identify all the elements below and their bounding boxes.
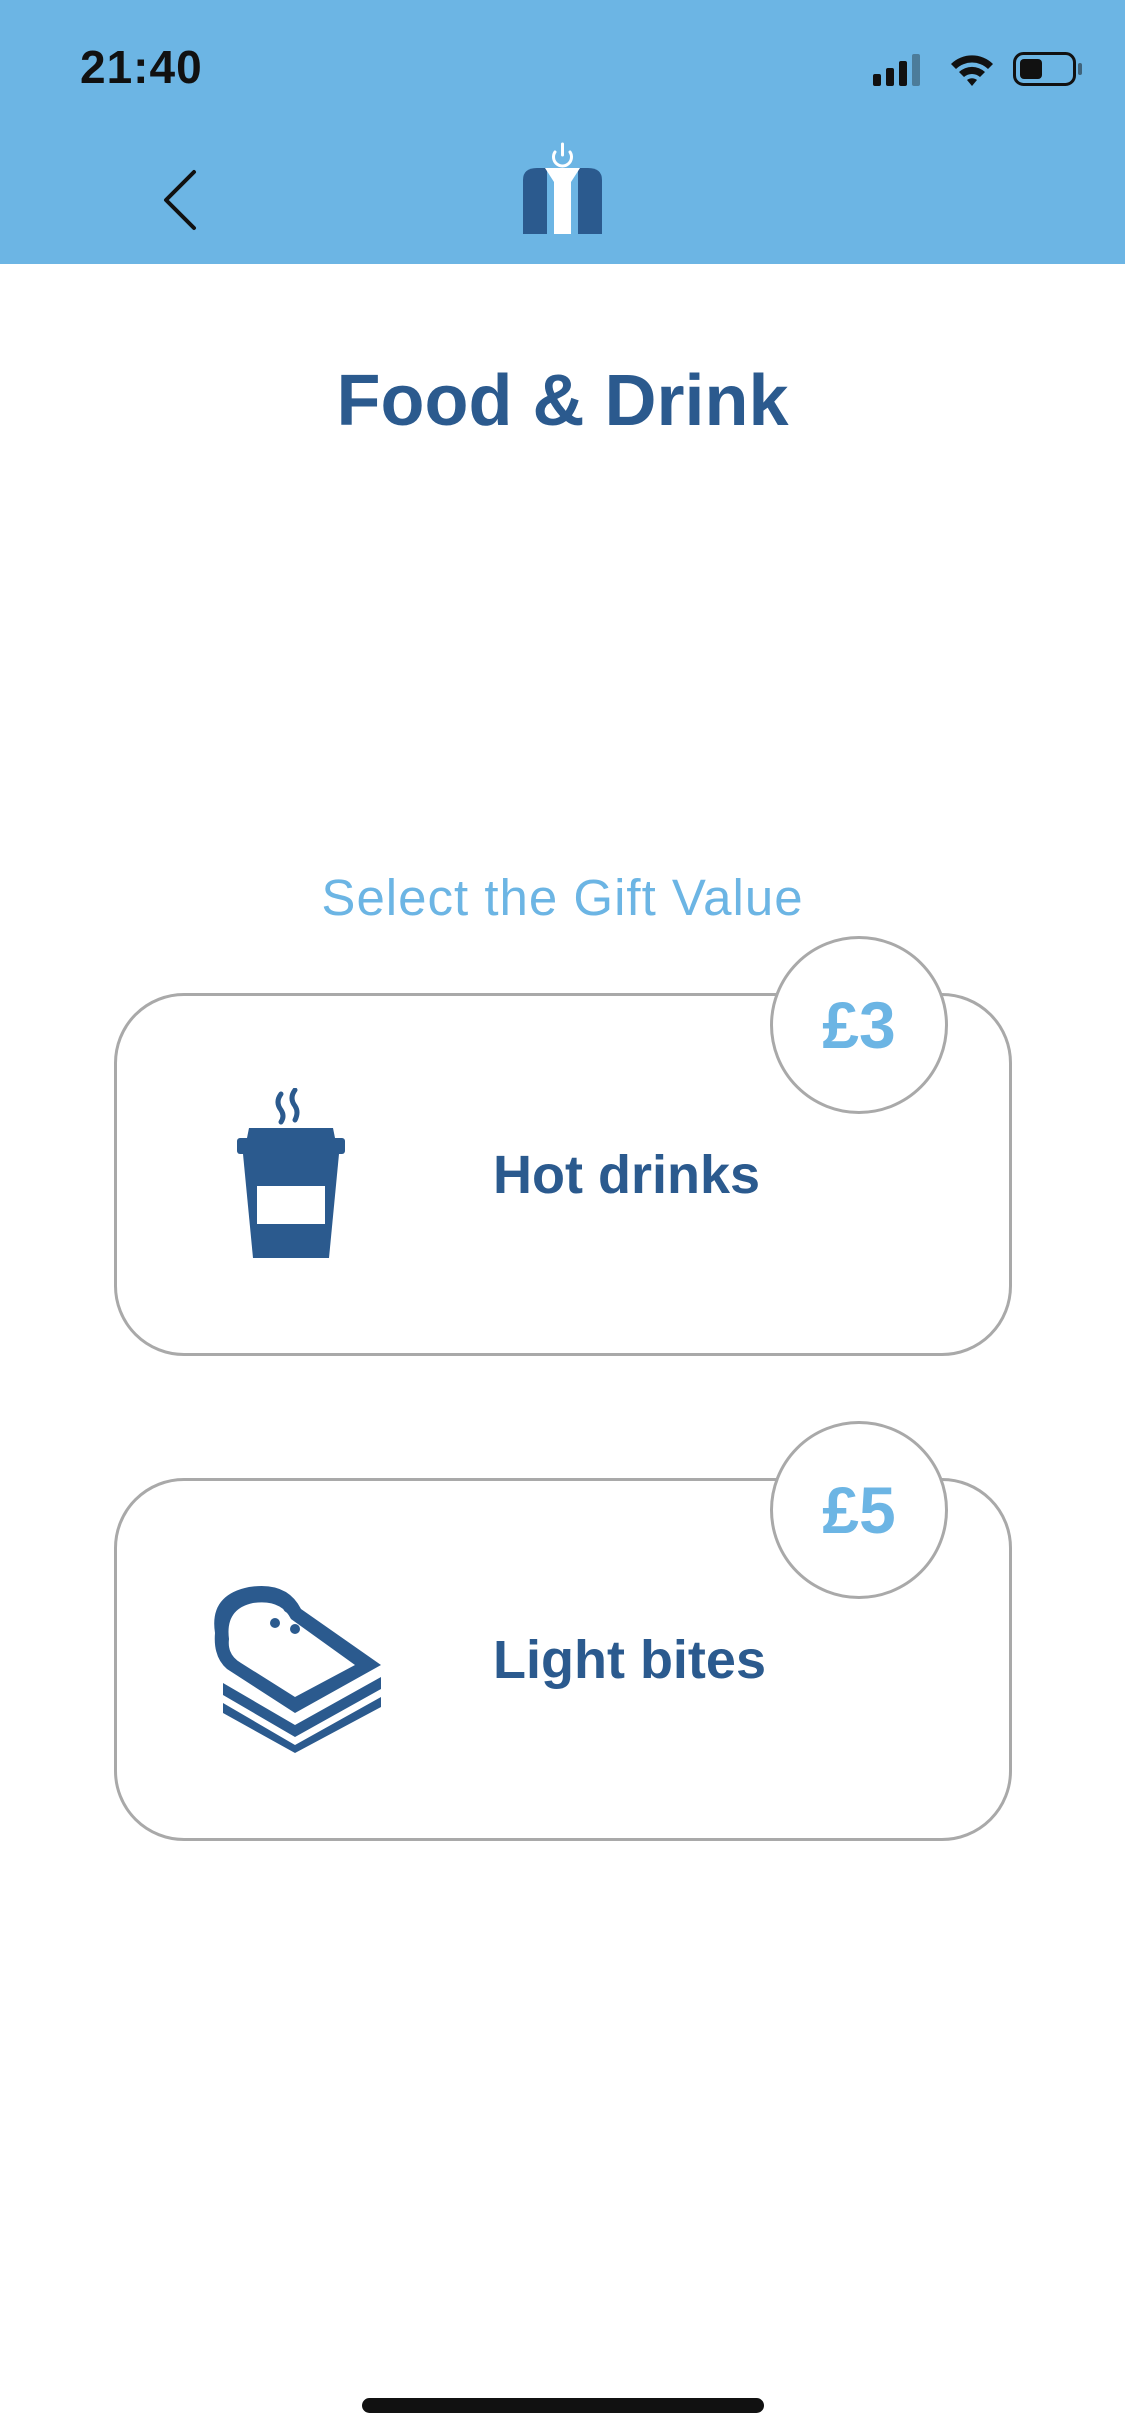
wifi-icon	[951, 55, 993, 86]
chevron-left-icon	[164, 170, 196, 230]
sandwich-icon	[205, 1573, 385, 1753]
battery-icon	[1013, 52, 1082, 86]
header-bar: 21:40	[0, 0, 1125, 264]
screen: 21:40 Food & Drink Select the Gift Value…	[0, 0, 1125, 2436]
status-icons	[873, 50, 1083, 90]
coffee-cup-icon	[229, 1087, 353, 1258]
signal-icon	[873, 54, 920, 86]
price-badge-light-bites: £5	[770, 1421, 948, 1599]
page-title: Food & Drink	[336, 361, 789, 441]
back-button[interactable]	[150, 160, 210, 240]
gift-label-light-bites: Light bites	[493, 1629, 766, 1690]
brand-logo-icon	[515, 142, 610, 242]
status-time: 21:40	[80, 41, 203, 93]
price-badge-hot-drinks: £3	[770, 936, 948, 1114]
gift-label-hot-drinks: Hot drinks	[493, 1144, 761, 1205]
home-indicator[interactable]	[362, 2398, 764, 2413]
gift-value-subtitle: Select the Gift Value	[321, 869, 804, 926]
